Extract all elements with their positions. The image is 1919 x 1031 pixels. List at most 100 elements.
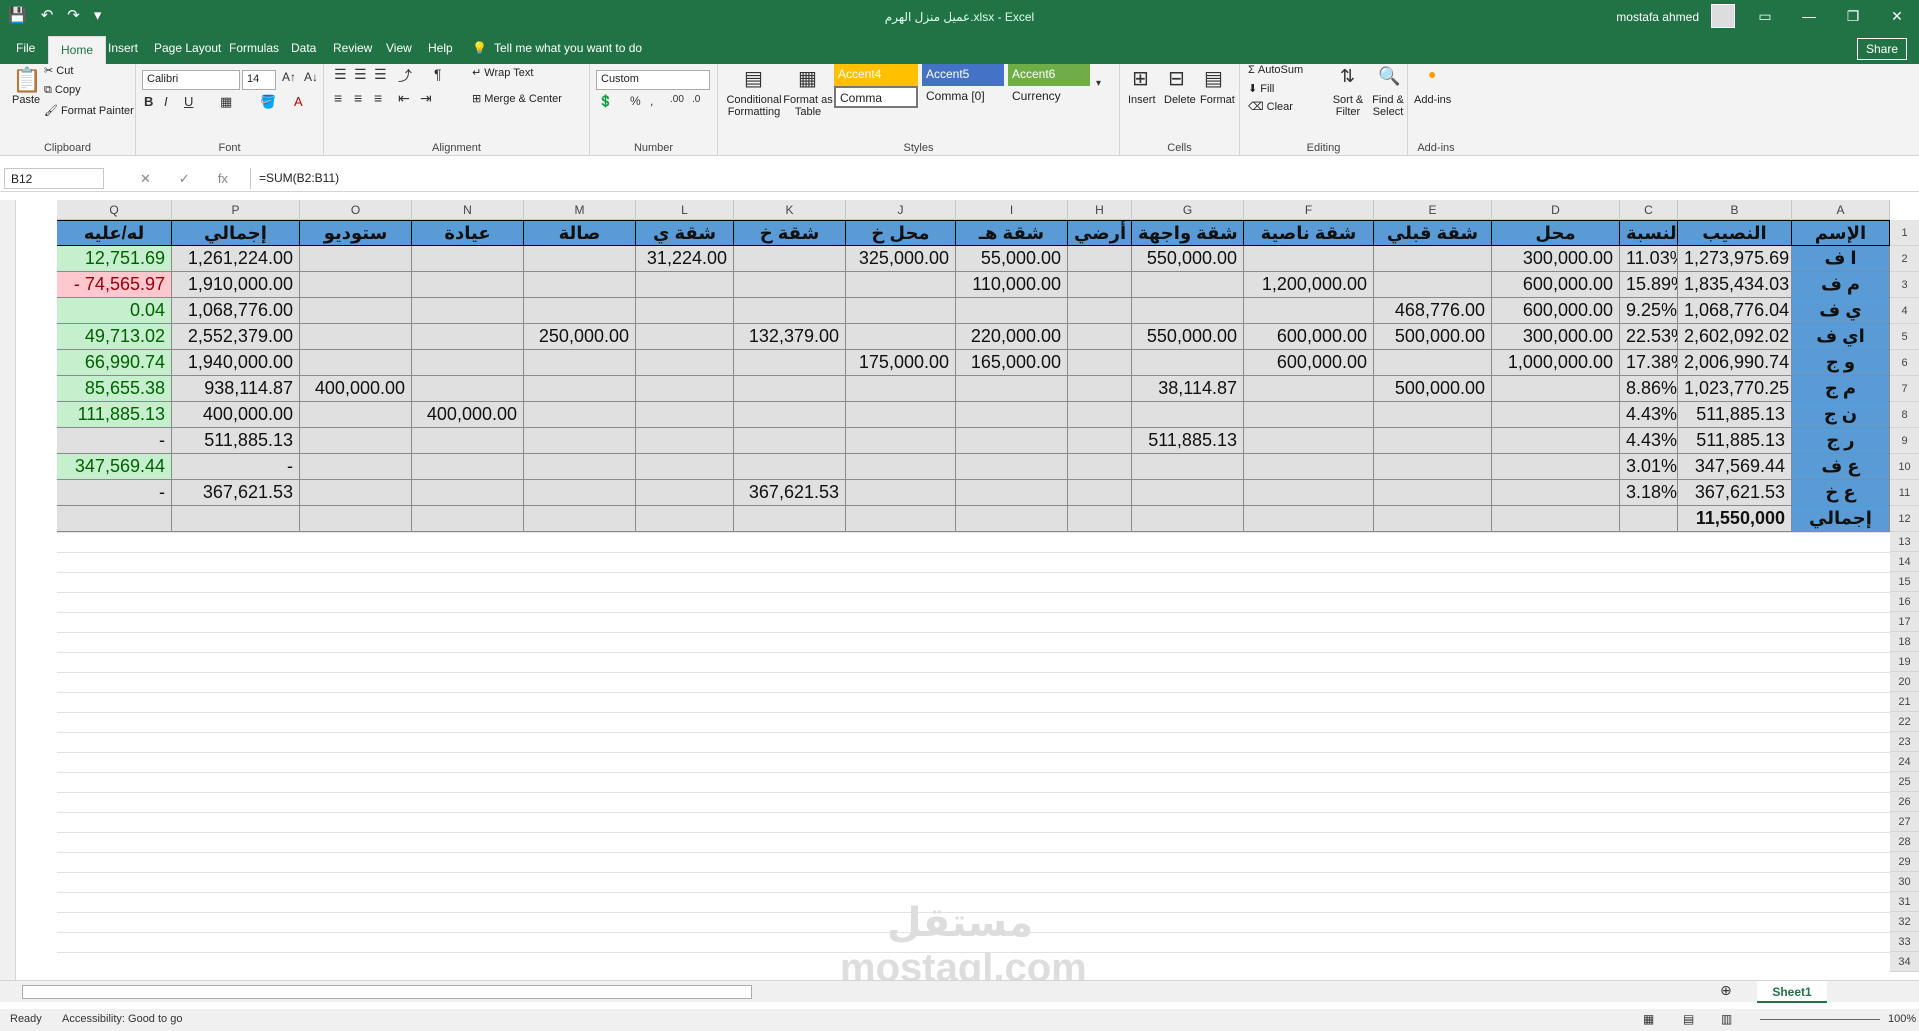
- cell-B4[interactable]: 1,068,776.04: [1678, 298, 1792, 324]
- cell-A8[interactable]: ن ج: [1792, 402, 1890, 428]
- header-cell-A[interactable]: الإسم: [1792, 220, 1890, 246]
- column-header-D[interactable]: D: [1492, 200, 1620, 220]
- cell-A10[interactable]: ع ف: [1792, 454, 1890, 480]
- row-header-21[interactable]: 21: [1890, 692, 1919, 712]
- column-header-E[interactable]: E: [1374, 200, 1492, 220]
- cell-N7[interactable]: [412, 376, 524, 402]
- row-header-34[interactable]: 34: [1890, 952, 1919, 972]
- header-cell-Q[interactable]: له/عليه: [57, 220, 172, 246]
- row-header-4[interactable]: 4: [1890, 298, 1919, 324]
- cell-M4[interactable]: [524, 298, 636, 324]
- cell-P5[interactable]: 2,552,379.00: [172, 324, 300, 350]
- cell-M2[interactable]: [524, 246, 636, 272]
- cell-E4[interactable]: 468,776.00: [1374, 298, 1492, 324]
- cell-D10[interactable]: [1492, 454, 1620, 480]
- header-cell-H[interactable]: أرضي: [1068, 220, 1132, 246]
- cell-M11[interactable]: [524, 480, 636, 506]
- font-name-select[interactable]: Calibri: [142, 70, 240, 90]
- cell-G4[interactable]: [1132, 298, 1244, 324]
- cell-O12[interactable]: [300, 506, 412, 532]
- cell-C5[interactable]: 22.53%: [1620, 324, 1678, 350]
- cell-P9[interactable]: 511,885.13: [172, 428, 300, 454]
- cell-G10[interactable]: [1132, 454, 1244, 480]
- fill-color-icon[interactable]: 🪣: [260, 94, 276, 110]
- cell-F2[interactable]: [1244, 246, 1374, 272]
- cell-E5[interactable]: 500,000.00: [1374, 324, 1492, 350]
- cell-N8[interactable]: 400,000.00: [412, 402, 524, 428]
- row-header-13[interactable]: 13: [1890, 532, 1919, 552]
- header-cell-G[interactable]: شقة واجهة: [1132, 220, 1244, 246]
- cell-J8[interactable]: [846, 402, 956, 428]
- cell-Q10[interactable]: 347,569.44: [57, 454, 172, 480]
- row-header-33[interactable]: 33: [1890, 932, 1919, 952]
- cell-K7[interactable]: [734, 376, 846, 402]
- cell-D11[interactable]: [1492, 480, 1620, 506]
- row-header-5[interactable]: 5: [1890, 324, 1919, 350]
- cell-H3[interactable]: [1068, 272, 1132, 298]
- cell-L7[interactable]: [636, 376, 734, 402]
- cell-O8[interactable]: [300, 402, 412, 428]
- find-select-icon[interactable]: 🔍: [1378, 66, 1400, 87]
- cell-M3[interactable]: [524, 272, 636, 298]
- row-header-11[interactable]: 11: [1890, 480, 1919, 506]
- merge-center-button[interactable]: ⊞ Merge & Center: [472, 92, 562, 105]
- cell-H10[interactable]: [1068, 454, 1132, 480]
- cell-C4[interactable]: 9.25%: [1620, 298, 1678, 324]
- header-cell-K[interactable]: شقة خ: [734, 220, 846, 246]
- cell-O9[interactable]: [300, 428, 412, 454]
- header-cell-J[interactable]: محل خ: [846, 220, 956, 246]
- row-header-16[interactable]: 16: [1890, 592, 1919, 612]
- column-header-A[interactable]: A: [1792, 200, 1890, 220]
- italic-icon[interactable]: I: [164, 94, 168, 109]
- cell-J2[interactable]: 325,000.00: [846, 246, 956, 272]
- cell-J3[interactable]: [846, 272, 956, 298]
- number-format-select[interactable]: Custom: [596, 70, 710, 90]
- cell-C9[interactable]: 4.43%: [1620, 428, 1678, 454]
- cell-G5[interactable]: 550,000.00: [1132, 324, 1244, 350]
- row-header-26[interactable]: 26: [1890, 792, 1919, 812]
- header-cell-F[interactable]: شقة ناصية: [1244, 220, 1374, 246]
- format-cells-icon[interactable]: ▤: [1204, 66, 1223, 91]
- row-header-7[interactable]: 7: [1890, 376, 1919, 402]
- cell-Q4[interactable]: 0.04: [57, 298, 172, 324]
- cell-K2[interactable]: [734, 246, 846, 272]
- cell-N4[interactable]: [412, 298, 524, 324]
- row-header-18[interactable]: 18: [1890, 632, 1919, 652]
- cell-H6[interactable]: [1068, 350, 1132, 376]
- copy-button[interactable]: ⧉ Copy: [44, 84, 81, 97]
- sort-filter-button[interactable]: Sort & Filter: [1328, 94, 1368, 118]
- cell-Q12[interactable]: [57, 506, 172, 532]
- cell-M9[interactable]: [524, 428, 636, 454]
- underline-icon[interactable]: U: [184, 94, 193, 109]
- rtl-icon[interactable]: ¶: [434, 66, 442, 82]
- cell-A3[interactable]: م ف: [1792, 272, 1890, 298]
- cell-N10[interactable]: [412, 454, 524, 480]
- row-header-30[interactable]: 30: [1890, 872, 1919, 892]
- cell-M6[interactable]: [524, 350, 636, 376]
- style-comma[interactable]: Comma: [834, 86, 918, 108]
- cell-I11[interactable]: [956, 480, 1068, 506]
- column-header-L[interactable]: L: [636, 200, 734, 220]
- cell-F10[interactable]: [1244, 454, 1374, 480]
- cell-I3[interactable]: 110,000.00: [956, 272, 1068, 298]
- cell-E12[interactable]: [1374, 506, 1492, 532]
- tab-formulas[interactable]: Formulas: [229, 41, 279, 55]
- cell-O3[interactable]: [300, 272, 412, 298]
- row-header-12[interactable]: 12: [1890, 506, 1919, 532]
- style-comma-0[interactable]: Comma [0]: [922, 86, 1004, 108]
- cell-H4[interactable]: [1068, 298, 1132, 324]
- page-break-icon[interactable]: ▥: [1721, 1012, 1732, 1026]
- cell-E9[interactable]: [1374, 428, 1492, 454]
- cell-G9[interactable]: 511,885.13: [1132, 428, 1244, 454]
- restore-icon[interactable]: ❐: [1831, 0, 1875, 33]
- row-header-17[interactable]: 17: [1890, 612, 1919, 632]
- header-cell-C[interactable]: النسبة: [1620, 220, 1678, 246]
- cell-Q3[interactable]: - 74,565.97: [57, 272, 172, 298]
- header-cell-P[interactable]: إجمالي: [172, 220, 300, 246]
- horizontal-scrollbar[interactable]: [22, 985, 752, 999]
- cell-I12[interactable]: [956, 506, 1068, 532]
- fill-button[interactable]: ⬇ Fill: [1248, 82, 1274, 95]
- cell-I9[interactable]: [956, 428, 1068, 454]
- cell-B5[interactable]: 2,602,092.02: [1678, 324, 1792, 350]
- cell-K3[interactable]: [734, 272, 846, 298]
